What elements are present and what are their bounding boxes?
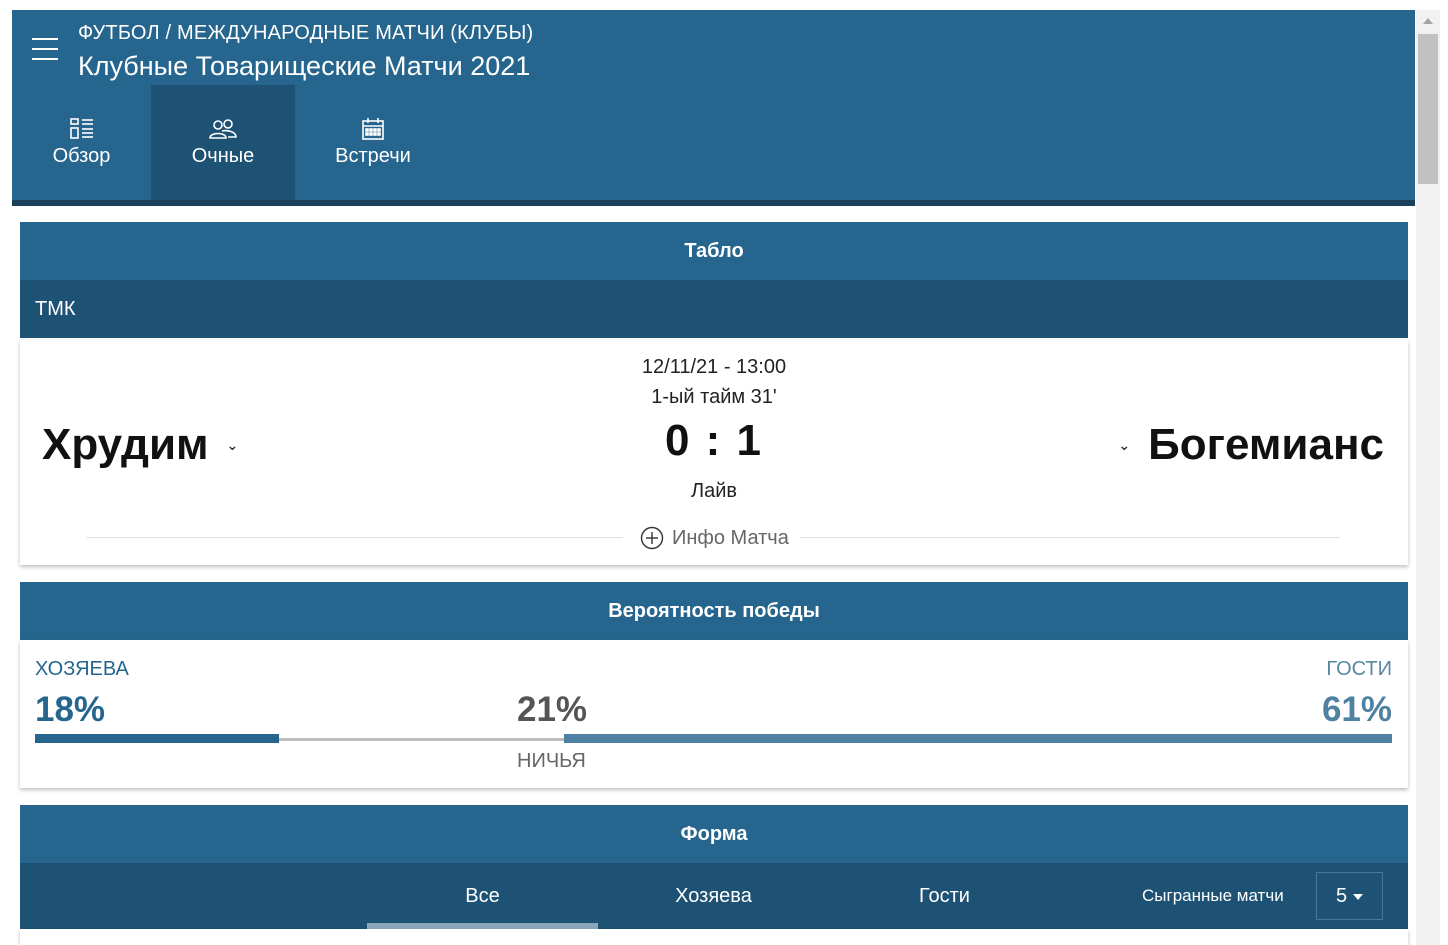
caret-down-icon	[1353, 894, 1364, 900]
scroll-up-arrow-icon[interactable]	[1423, 18, 1433, 24]
tab-overview[interactable]: Обзор	[12, 85, 151, 200]
chevron-down-icon[interactable]: ⌄	[1118, 437, 1130, 454]
scrollbar-thumb[interactable]	[1418, 34, 1438, 184]
league-name: ТМК	[20, 280, 1408, 338]
draw-label: НИЧЬЯ	[517, 750, 586, 772]
away-win-percent: 61%	[1321, 690, 1392, 729]
plus-circle-icon	[640, 526, 664, 550]
match-period: 1-ый тайм 31'	[651, 386, 777, 408]
draw-probability-bar	[279, 738, 565, 741]
calendar-icon	[362, 118, 384, 140]
page-title: Клубные Товарищеские Матчи 2021	[78, 51, 531, 81]
tab-fixtures[interactable]: Встречи	[295, 85, 451, 200]
form-tab-all[interactable]: Все	[367, 863, 598, 929]
page-scrollbar[interactable]	[1416, 10, 1440, 945]
form-content	[20, 929, 1408, 945]
overview-icon	[69, 118, 93, 139]
played-matches-select[interactable]: 5	[1316, 872, 1383, 920]
away-team-name: Богемианс	[1148, 420, 1384, 469]
probability-bar	[35, 734, 1392, 744]
home-win-percent: 18%	[35, 690, 106, 729]
users-icon	[209, 119, 237, 139]
tab-fixtures-label: Встречи	[335, 145, 411, 167]
win-probability-card: ХОЗЯЕВА ГОСТИ 18% 21% 61% НИЧЬЯ	[20, 640, 1408, 788]
played-matches-label: Сыгранные матчи	[1142, 886, 1284, 905]
form-tabs: Все Хозяева Гости Сыгранные матчи 5	[20, 863, 1408, 929]
played-matches-value: 5	[1335, 884, 1348, 907]
tab-head-to-head-label: Очные	[191, 145, 255, 167]
match-info-button[interactable]: Инфо Матча	[640, 526, 789, 550]
home-label: ХОЗЯЕВА	[35, 658, 129, 680]
tab-head-to-head[interactable]: Очные	[151, 85, 295, 200]
form-tab-home[interactable]: Хозяева	[598, 863, 829, 929]
tab-overview-label: Обзор	[52, 145, 111, 167]
divider	[800, 537, 1340, 538]
match-date: 12/11/21 - 13:00	[641, 356, 787, 378]
away-probability-bar	[564, 734, 1392, 743]
away-team[interactable]: ⌄ Богемианс	[1118, 420, 1384, 470]
form-heading: Форма	[20, 805, 1408, 863]
app-header: ФУТБОЛ / МЕЖДУНАРОДНЫЕ МАТЧИ (КЛУБЫ) Клу…	[12, 10, 1415, 206]
main-tabs: Обзор Очные Встречи	[12, 85, 451, 200]
draw-percent: 21%	[517, 690, 588, 729]
win-probability-heading: Вероятность победы	[20, 582, 1408, 640]
away-label: ГОСТИ	[1326, 658, 1392, 680]
breadcrumb[interactable]: ФУТБОЛ / МЕЖДУНАРОДНЫЕ МАТЧИ (КЛУБЫ)	[78, 22, 533, 45]
match-info-row: Инфо Матча	[86, 526, 1340, 550]
divider	[86, 537, 623, 538]
home-probability-bar	[35, 734, 280, 743]
hamburger-menu-icon[interactable]	[32, 38, 58, 60]
match-info-label: Инфо Матча	[672, 526, 789, 549]
scoreboard-card: 12/11/21 - 13:00 1-ый тайм 31' Хрудим ⌄ …	[20, 340, 1408, 565]
scoreboard-heading: Табло	[20, 222, 1408, 280]
match-status: Лайв	[690, 480, 738, 502]
form-tab-away[interactable]: Гости	[829, 863, 1060, 929]
